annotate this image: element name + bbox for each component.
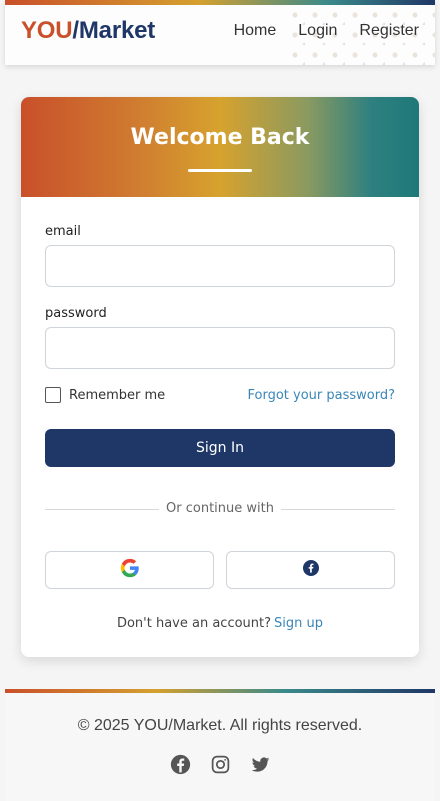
remember-me-label[interactable]: Remember me <box>69 388 165 403</box>
copyright-text: © 2025 YOU/Market. All rights reserved. <box>77 717 363 734</box>
logo-market-text: /Market <box>72 17 156 44</box>
facebook-icon <box>302 560 319 580</box>
login-card: Welcome Back email password Remember me … <box>21 97 419 657</box>
google-icon <box>120 558 140 582</box>
nav-register[interactable]: Register <box>359 22 419 40</box>
footer-social-links <box>5 754 435 775</box>
signup-prompt: Don't have an account? <box>116 616 272 631</box>
google-signin-button[interactable] <box>45 551 214 589</box>
continue-divider: Or continue with <box>45 501 395 519</box>
card-hero-banner: Welcome Back <box>21 97 419 197</box>
email-label: email <box>45 224 81 239</box>
title-underline <box>188 169 252 172</box>
remember-me-checkbox[interactable] <box>45 387 61 403</box>
nav-home[interactable]: Home <box>234 22 277 40</box>
site-footer: © 2025 YOU/Market. All rights reserved. <box>5 689 435 801</box>
signup-link[interactable]: Sign up <box>274 616 323 631</box>
password-label: password <box>45 306 107 321</box>
main-nav: Home Login Register <box>234 22 419 40</box>
forgot-password-link[interactable]: Forgot your password? <box>247 388 395 403</box>
instagram-icon[interactable] <box>210 754 231 775</box>
remember-row: Remember me Forgot your password? <box>45 387 395 407</box>
site-logo[interactable]: YOU/Market <box>21 17 155 45</box>
nav-login[interactable]: Login <box>298 22 337 40</box>
twitter-icon[interactable] <box>250 754 271 775</box>
divider-line-right <box>281 509 395 510</box>
password-field[interactable] <box>45 327 395 369</box>
site-header: YOU/Market Home Login Register <box>5 0 435 65</box>
card-title: Welcome Back <box>130 125 310 150</box>
sign-in-button[interactable]: Sign In <box>45 429 395 467</box>
signup-row: Don't have an account? Sign up <box>21 616 419 631</box>
facebook-signin-button[interactable] <box>226 551 395 589</box>
facebook-icon[interactable] <box>170 754 191 775</box>
logo-you-text: YOU <box>21 17 73 44</box>
footer-gradient-stripe <box>5 689 435 693</box>
email-field[interactable] <box>45 245 395 287</box>
